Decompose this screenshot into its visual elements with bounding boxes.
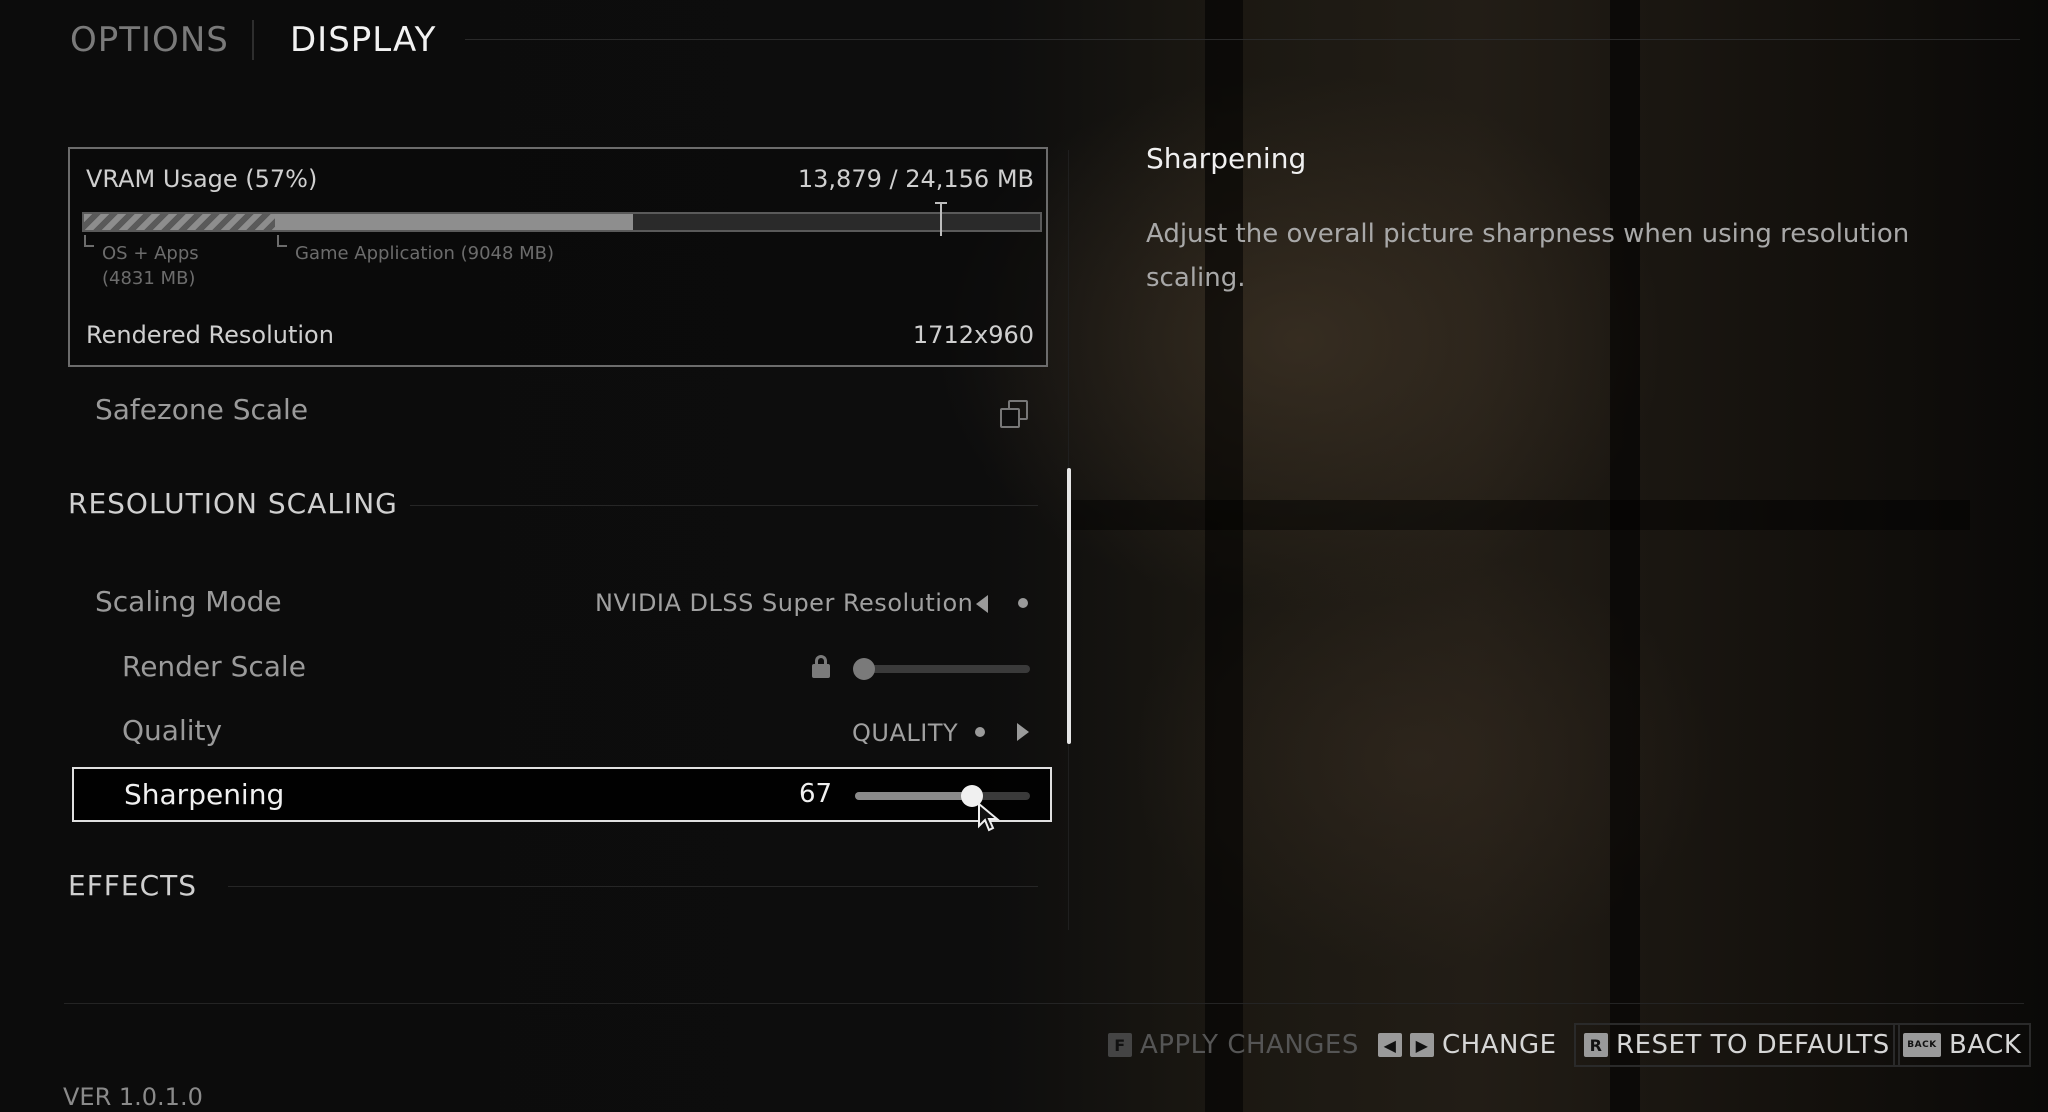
rendered-resolution-value: 1712x960: [912, 321, 1034, 349]
vram-os-apps-segment: [84, 214, 275, 230]
apply-changes-button[interactable]: F APPLY CHANGES: [1108, 1023, 1359, 1067]
section-divider: [410, 505, 1038, 506]
option-dot-icon: [975, 727, 985, 737]
back-label: BACK: [1949, 1030, 2022, 1060]
f-key-icon: F: [1108, 1033, 1132, 1057]
render-scale-label[interactable]: Render Scale: [122, 650, 306, 683]
render-scale-slider-track[interactable]: [855, 665, 1030, 673]
header-divider: [252, 20, 254, 60]
footer-divider: [64, 1003, 2024, 1004]
description-title: Sharpening: [1146, 142, 1307, 175]
quality-value: QUALITY: [852, 719, 959, 747]
back-button[interactable]: BACK BACK: [1893, 1023, 2032, 1067]
arrow-right-icon[interactable]: [1017, 723, 1029, 741]
copy-icon-front: [1000, 408, 1020, 428]
background-window-frame: [1070, 500, 1970, 530]
game-application-label: Game Application (9048 MB): [295, 243, 555, 264]
mouse-cursor-icon: [978, 802, 1000, 832]
rendered-resolution-label: Rendered Resolution: [86, 321, 334, 349]
scaling-mode-label[interactable]: Scaling Mode: [95, 585, 282, 618]
apply-changes-label: APPLY CHANGES: [1140, 1030, 1359, 1060]
section-title-effects: EFFECTS: [68, 869, 198, 902]
sharpening-label: Sharpening: [124, 778, 285, 811]
vram-limit-marker-cap: [935, 202, 947, 204]
vram-usage-bar: [82, 202, 1042, 236]
lock-icon-body: [812, 664, 830, 678]
background-window-frame: [1610, 0, 1640, 1112]
arrow-left-icon[interactable]: [976, 595, 988, 613]
os-apps-label-size: (4831 MB): [102, 268, 196, 289]
description-text: Adjust the overall picture sharpness whe…: [1146, 219, 1910, 293]
quality-label[interactable]: Quality: [122, 714, 222, 747]
back-key-icon: BACK: [1903, 1033, 1941, 1057]
sharpening-slider-fill: [855, 792, 972, 800]
lock-icon: [812, 655, 830, 679]
section-divider: [228, 886, 1038, 887]
section-title-resolution-scaling: RESOLUTION SCALING: [68, 487, 398, 520]
os-apps-label-name: OS + Apps: [102, 243, 199, 264]
version-label: VER 1.0.1.0: [63, 1083, 203, 1111]
os-apps-label: OS + Apps (4831 MB): [102, 241, 199, 291]
change-label: CHANGE: [1442, 1030, 1557, 1060]
header-divider-line: [465, 39, 2020, 40]
r-key-icon: R: [1584, 1033, 1608, 1057]
scaling-mode-value: NVIDIA DLSS Super Resolution: [595, 589, 974, 617]
vram-usage-panel: VRAM Usage (57%) 13,879 / 24,156 MB OS +…: [68, 147, 1048, 367]
tab-display[interactable]: DISPLAY: [290, 20, 436, 60]
game-application-connector: [277, 235, 287, 247]
tab-options[interactable]: OPTIONS: [70, 20, 229, 60]
arrow-right-key-icon: ▶: [1410, 1033, 1434, 1057]
reset-to-defaults-label: RESET TO DEFAULTS: [1616, 1030, 1890, 1060]
reset-to-defaults-button[interactable]: R RESET TO DEFAULTS: [1574, 1023, 1900, 1067]
option-dot-icon: [1018, 598, 1028, 608]
change-button[interactable]: ◀ ▶ CHANGE: [1378, 1023, 1557, 1067]
vram-limit-marker: [940, 202, 942, 236]
vram-game-segment: [275, 214, 633, 230]
scrollbar-thumb[interactable]: [1067, 468, 1071, 744]
sharpening-value: 67: [799, 779, 833, 809]
vram-usage-value: 13,879 / 24,156 MB: [797, 165, 1034, 193]
safezone-scale-label[interactable]: Safezone Scale: [95, 393, 308, 426]
copy-icon[interactable]: [1000, 400, 1028, 428]
arrow-left-key-icon: ◀: [1378, 1033, 1402, 1057]
os-apps-connector: [84, 235, 94, 247]
render-scale-slider-knob[interactable]: [853, 658, 875, 680]
vram-usage-label: VRAM Usage (57%): [86, 165, 318, 193]
